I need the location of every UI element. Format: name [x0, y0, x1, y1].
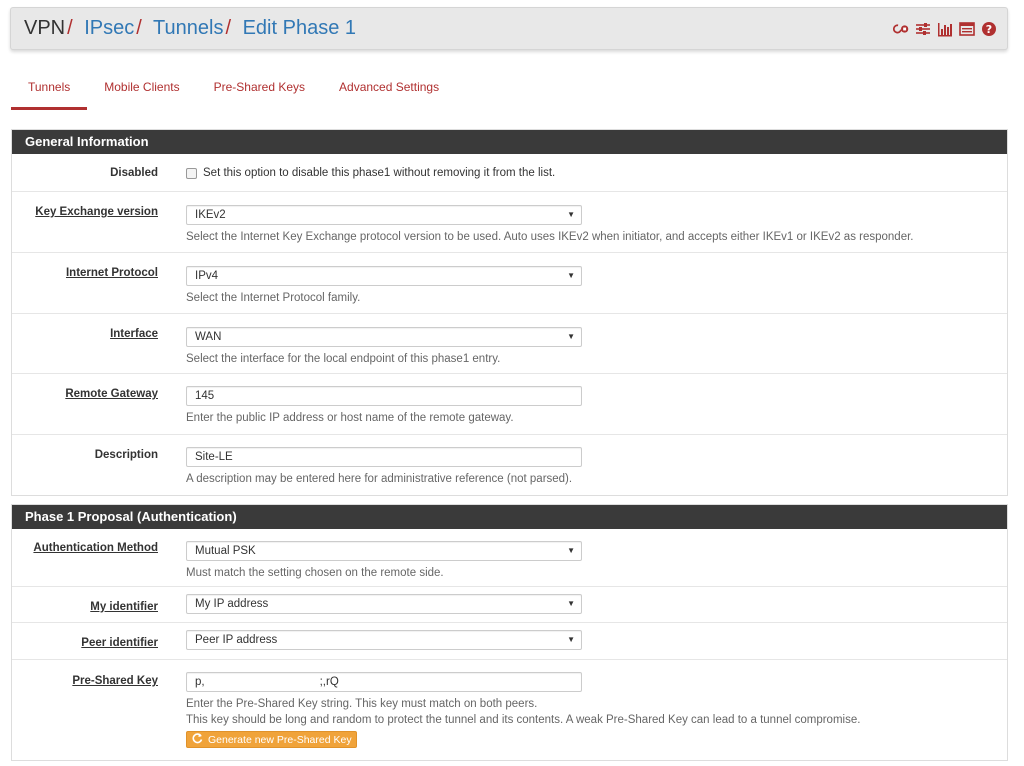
internet-protocol-row: Internet Protocol IPv4 ▼ Select the Inter…	[12, 253, 1007, 314]
psk-help-2: This key should be long and random to pr…	[186, 714, 861, 726]
key-exchange-row: Key Exchange version IKEv2 ▼ Select the I…	[12, 192, 1007, 253]
tab-advanced-settings-label: Advanced Settings	[339, 80, 440, 94]
auth-method-value: Mutual PSK	[195, 545, 256, 557]
breadcrumb-separator: /	[225, 17, 232, 39]
psk-help-1: Enter the Pre-Shared Key string. This ke…	[186, 698, 538, 710]
my-identifier-select[interactable]: My IP address ▼	[186, 594, 582, 614]
auth-method-row: Authentication Method Mutual PSK ▼ Must m…	[12, 529, 1007, 587]
interface-select[interactable]: WAN ▼	[186, 327, 582, 347]
tab-mobile-clients-label: Mobile Clients	[104, 80, 180, 94]
internet-protocol-select[interactable]: IPv4 ▼	[186, 266, 582, 286]
interface-label[interactable]: Interface	[110, 328, 158, 340]
key-exchange-select[interactable]: IKEv2 ▼	[186, 205, 582, 225]
tab-tunnels-label: Tunnels	[28, 80, 71, 94]
breadcrumb: VPN / IPsec / Tunnels / Edit Phase 1	[24, 17, 356, 40]
key-exchange-value: IKEv2	[195, 209, 226, 221]
generate-psk-button[interactable]: Generate new Pre-Shared Key	[186, 731, 357, 748]
key-exchange-help: Select the Internet Key Exchange protoco…	[186, 231, 914, 243]
internet-protocol-help: Select the Internet Protocol family.	[186, 292, 361, 304]
interface-help: Select the interface for the local endpo…	[186, 353, 501, 365]
description-row: Description Site-LE A description may be…	[12, 435, 1007, 495]
disabled-checkbox[interactable]	[186, 167, 197, 179]
description-value: Site-LE	[195, 451, 233, 463]
remote-gateway-input[interactable]: 145	[186, 386, 582, 406]
description-help: A description may be entered here for ad…	[186, 473, 573, 485]
tab-advanced-settings[interactable]: Advanced Settings	[322, 70, 456, 110]
psk-row: Pre-Shared Key p, ;,rQ Enter the Pre-Sha…	[12, 660, 1007, 760]
disabled-checkbox-text: Set this option to disable this phase1 w…	[203, 167, 556, 179]
tab-mobile-clients[interactable]: Mobile Clients	[87, 70, 196, 110]
tab-pre-shared-keys-label: Pre-Shared Keys	[213, 80, 306, 94]
chevron-down-icon: ▼	[567, 546, 575, 555]
tab-bar: Tunnels Mobile Clients Pre-Shared Keys A…	[11, 70, 456, 110]
peer-identifier-select[interactable]: Peer IP address ▼	[186, 630, 582, 650]
help-icon[interactable]: ?	[981, 21, 997, 37]
interface-value: WAN	[195, 331, 222, 343]
chevron-down-icon: ▼	[567, 635, 575, 644]
disabled-label: Disabled	[110, 167, 158, 179]
chevron-down-icon: ▼	[567, 599, 575, 608]
generate-psk-label: Generate new Pre-Shared Key	[208, 733, 352, 746]
general-information-panel: General Information Disabled Set this op…	[11, 129, 1008, 496]
disabled-row: Disabled Set this option to disable this…	[12, 154, 1007, 192]
refresh-icon	[191, 732, 203, 747]
psk-value: p, ;,rQ	[195, 676, 339, 688]
auth-method-help: Must match the setting chosen on the rem…	[186, 567, 444, 579]
bar-chart-icon[interactable]	[937, 21, 953, 37]
breadcrumb-tunnels[interactable]: Tunnels	[153, 17, 223, 39]
general-information-heading: General Information	[12, 130, 1007, 154]
list-window-icon[interactable]	[959, 21, 975, 37]
header-icons: ?	[893, 21, 997, 37]
peer-identifier-label[interactable]: Peer identifier	[81, 637, 158, 649]
sliders-icon[interactable]	[915, 21, 931, 37]
peer-identifier-row: Peer identifier Peer IP address ▼	[12, 623, 1007, 660]
phase1-proposal-heading: Phase 1 Proposal (Authentication)	[12, 505, 1007, 529]
breadcrumb-vpn: VPN	[24, 17, 66, 39]
remote-gateway-value: 145	[195, 390, 215, 402]
remote-gateway-row: Remote Gateway 145 Enter the public IP a…	[12, 374, 1007, 435]
reload-stop-icon[interactable]	[893, 21, 909, 37]
my-identifier-value: My IP address	[195, 598, 269, 610]
peer-identifier-value: Peer IP address	[195, 634, 278, 646]
key-exchange-label[interactable]: Key Exchange version	[35, 206, 158, 218]
chevron-down-icon: ▼	[567, 332, 575, 341]
remote-gateway-label[interactable]: Remote Gateway	[65, 388, 158, 400]
remote-gateway-help: Enter the public IP address or host name…	[186, 412, 514, 424]
breadcrumb-ipsec[interactable]: IPsec	[84, 17, 134, 39]
interface-row: Interface WAN ▼ Select the interface for …	[12, 314, 1007, 374]
chevron-down-icon: ▼	[567, 210, 575, 219]
breadcrumb-separator: /	[67, 17, 73, 39]
page-header: VPN / IPsec / Tunnels / Edit Phase 1 ?	[10, 7, 1008, 50]
description-label: Description	[94, 449, 158, 461]
auth-method-select[interactable]: Mutual PSK ▼	[186, 541, 582, 561]
chevron-down-icon: ▼	[567, 271, 575, 280]
breadcrumb-edit-phase1[interactable]: Edit Phase 1	[243, 17, 356, 39]
breadcrumb-separator: /	[136, 17, 142, 39]
svg-text:?: ?	[986, 23, 992, 36]
tab-tunnels[interactable]: Tunnels	[11, 70, 88, 110]
internet-protocol-value: IPv4	[195, 270, 219, 282]
psk-input[interactable]: p, ;,rQ	[186, 672, 582, 692]
phase1-proposal-panel: Phase 1 Proposal (Authentication) Authen…	[11, 504, 1008, 761]
description-input[interactable]: Site-LE	[186, 447, 582, 467]
tab-pre-shared-keys[interactable]: Pre-Shared Keys	[197, 70, 322, 110]
auth-method-label[interactable]: Authentication Method	[33, 542, 158, 554]
my-identifier-row: My identifier My IP address ▼	[12, 587, 1007, 623]
internet-protocol-label[interactable]: Internet Protocol	[66, 267, 158, 279]
my-identifier-label[interactable]: My identifier	[90, 601, 158, 613]
psk-label[interactable]: Pre-Shared Key	[72, 675, 158, 687]
